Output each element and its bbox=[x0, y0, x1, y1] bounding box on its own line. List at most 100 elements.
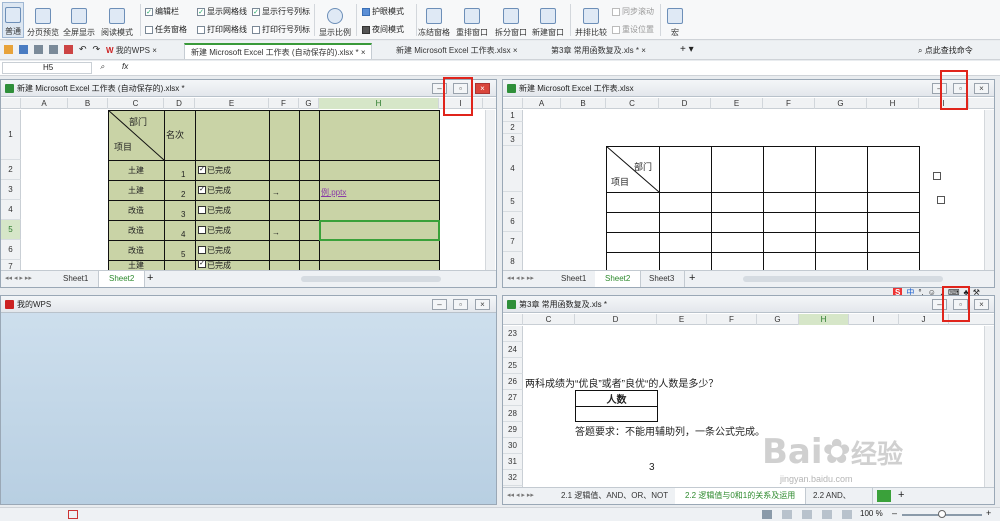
minimize-button[interactable]: – bbox=[432, 299, 447, 310]
arrow-shape[interactable]: → bbox=[269, 224, 283, 240]
page-break-icon[interactable] bbox=[802, 510, 812, 519]
sheet-tab[interactable]: Sheet1 bbox=[551, 271, 598, 287]
column-header[interactable]: H bbox=[799, 314, 849, 325]
reading-mode-button[interactable]: 阅读模式 bbox=[98, 2, 136, 38]
column-header[interactable]: C bbox=[523, 314, 575, 325]
column-header[interactable]: B bbox=[561, 98, 606, 109]
close-icon[interactable]: × bbox=[513, 46, 518, 55]
close-button[interactable]: × bbox=[475, 299, 490, 310]
row-header[interactable]: 1 bbox=[503, 110, 523, 122]
row-header[interactable]: 4 bbox=[503, 146, 523, 192]
column-header[interactable]: F bbox=[269, 98, 299, 109]
night-mode-button[interactable]: 夜间模式 bbox=[362, 24, 404, 35]
tab-chapter3[interactable]: 第3章 常用函数复及.xls * × bbox=[545, 43, 652, 59]
print-gridlines-check[interactable]: 打印网格线 bbox=[197, 24, 247, 35]
sync-scroll-button[interactable]: 同步滚动 bbox=[612, 6, 654, 17]
open-icon[interactable] bbox=[4, 45, 13, 54]
formula-input[interactable] bbox=[140, 62, 995, 74]
cell-status[interactable]: 已完成 bbox=[198, 220, 231, 240]
reading-view-icon[interactable] bbox=[822, 510, 832, 519]
sheet-nav-arrows[interactable]: ◂◂ ◂ ▸ ▸▸ bbox=[507, 274, 534, 282]
column-header[interactable]: D bbox=[164, 98, 195, 109]
add-sheet-icon[interactable]: + bbox=[898, 489, 904, 501]
column-header[interactable]: H bbox=[867, 98, 919, 109]
new-window-button[interactable]: 新建窗口 bbox=[530, 2, 566, 38]
row-header[interactable]: 1 bbox=[1, 110, 21, 160]
zoom-formula-icon[interactable]: ⌕ bbox=[100, 62, 104, 72]
show-gridlines-check[interactable]: ✓ 显示网格线 bbox=[197, 6, 247, 17]
horizontal-scrollbar[interactable] bbox=[301, 276, 441, 282]
add-sheet-icon[interactable]: + bbox=[147, 272, 153, 284]
row-header[interactable]: 6 bbox=[1, 240, 21, 260]
restore-button[interactable]: ▫ bbox=[453, 299, 468, 310]
page-layout-icon[interactable] bbox=[782, 510, 792, 519]
people-count-header[interactable]: 人数 bbox=[575, 390, 658, 406]
checkbox[interactable] bbox=[933, 172, 941, 180]
sheet-nav-arrows[interactable]: ◂◂ ◂ ▸ ▸▸ bbox=[507, 491, 534, 499]
vertical-scrollbar[interactable] bbox=[485, 110, 495, 271]
row-header[interactable]: 2 bbox=[1, 160, 21, 180]
cell-num[interactable]: 1 bbox=[181, 168, 185, 180]
print-headers-check[interactable]: 打印行号列标 bbox=[252, 24, 310, 35]
horizontal-scrollbar[interactable] bbox=[743, 276, 943, 282]
sheet-tab[interactable]: 2.2 AND、OR等 bbox=[803, 488, 873, 504]
column-header[interactable]: D bbox=[575, 314, 657, 325]
row-header[interactable]: 32 bbox=[503, 470, 523, 486]
sheet-tab[interactable]: 2.1 逻辑值、AND、OR、NOT bbox=[551, 488, 680, 504]
close-button[interactable]: × bbox=[475, 83, 490, 94]
column-header[interactable]: B bbox=[68, 98, 108, 109]
row-header[interactable]: 29 bbox=[503, 422, 523, 438]
row-header[interactable]: 8 bbox=[503, 252, 523, 271]
normal-view-button[interactable]: 普通 bbox=[2, 2, 24, 38]
redo-icon[interactable]: ↷ bbox=[93, 45, 101, 54]
cell-dept[interactable]: 改造 bbox=[108, 240, 164, 260]
column-header[interactable]: G bbox=[299, 98, 319, 109]
formula-bar-check[interactable]: ✓ 编辑栏 bbox=[145, 6, 179, 17]
macro-button[interactable]: 宏 bbox=[664, 2, 686, 38]
row-header[interactable]: 26 bbox=[503, 374, 523, 390]
row-header[interactable]: 5 bbox=[1, 220, 21, 240]
zoom-level[interactable]: 100 % bbox=[860, 509, 883, 518]
close-button[interactable]: × bbox=[974, 299, 989, 310]
column-header[interactable]: C bbox=[108, 98, 164, 109]
requirement-text[interactable]: 答题要求：不能用辅助列，一条公式完成。 bbox=[575, 422, 765, 438]
question-text[interactable]: 两科成绩为“优良”或者”良优“的人数是多少？ bbox=[525, 374, 718, 390]
print-preview-icon[interactable] bbox=[49, 45, 58, 54]
row-header[interactable]: 2 bbox=[503, 122, 523, 134]
sheet-tab[interactable]: Sheet2 bbox=[99, 271, 146, 287]
close-button[interactable]: × bbox=[974, 83, 989, 94]
full-screen-button[interactable]: 全屏显示 bbox=[62, 2, 96, 38]
row-header[interactable]: 25 bbox=[503, 358, 523, 374]
arrange-windows-button[interactable]: 重排窗口 bbox=[452, 2, 492, 38]
zoom-in-icon[interactable]: + bbox=[986, 508, 991, 518]
row-header[interactable]: 24 bbox=[503, 342, 523, 358]
cell-num[interactable]: 3 bbox=[181, 208, 185, 220]
row-header[interactable]: 31 bbox=[503, 454, 523, 470]
column-header[interactable]: F bbox=[763, 98, 815, 109]
arrow-shape[interactable]: → bbox=[269, 184, 283, 200]
zoom-out-icon[interactable]: – bbox=[892, 508, 897, 518]
split-window-button[interactable]: 拆分窗口 bbox=[494, 2, 528, 38]
column-header[interactable]: E bbox=[657, 314, 707, 325]
tab-new-workbook[interactable]: 新建 Microsoft Excel 工作表.xlsx × bbox=[390, 43, 524, 59]
column-header[interactable]: G bbox=[815, 98, 867, 109]
row-header[interactable]: 6 bbox=[503, 212, 523, 232]
column-header[interactable]: D bbox=[659, 98, 711, 109]
cell-status[interactable]: ✓ 已完成 bbox=[198, 180, 231, 200]
sheet-nav-arrows[interactable]: ◂◂ ◂ ▸ ▸▸ bbox=[5, 274, 32, 282]
zoom-button[interactable]: 显示比例 bbox=[318, 2, 352, 38]
save-icon[interactable] bbox=[19, 45, 28, 54]
close-icon[interactable]: × bbox=[361, 48, 366, 57]
page-break-preview-button[interactable]: 分页预览 bbox=[26, 2, 60, 38]
zoom-slider-handle[interactable] bbox=[938, 510, 946, 518]
print-icon[interactable] bbox=[34, 45, 43, 54]
cell-status[interactable]: 已完成 bbox=[198, 200, 231, 220]
column-header[interactable]: H bbox=[319, 98, 439, 109]
active-cell-h5[interactable] bbox=[319, 220, 440, 241]
select-all-corner[interactable] bbox=[503, 314, 523, 325]
answer-cell[interactable] bbox=[575, 406, 658, 422]
add-tab-icon[interactable]: + ▾ bbox=[680, 44, 694, 55]
column-header[interactable]: G bbox=[757, 314, 799, 325]
eye-protect-icon[interactable] bbox=[842, 510, 852, 519]
task-pane-check[interactable]: 任务窗格 bbox=[145, 24, 187, 35]
